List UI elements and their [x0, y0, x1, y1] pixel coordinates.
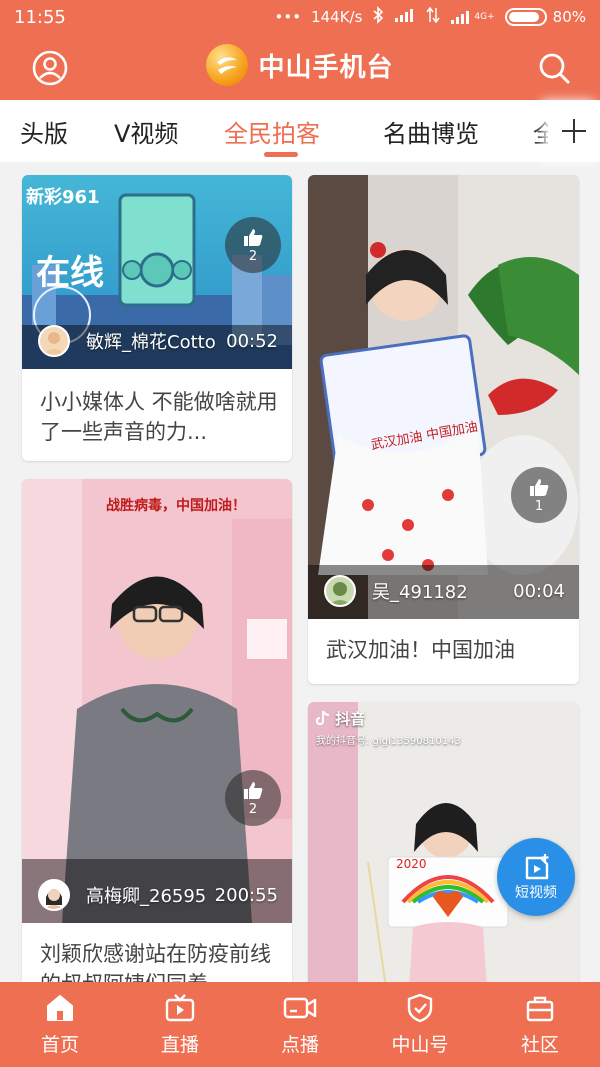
overlay-banner-text: 战胜病毒，中国加油！ — [106, 498, 246, 514]
nav-live[interactable]: 直播 — [120, 982, 240, 1067]
poster-year: 2020 — [396, 857, 427, 871]
like-badge[interactable]: 2 — [225, 217, 281, 273]
nav-label: 首页 — [40, 1034, 79, 1056]
plus-icon — [562, 119, 586, 143]
video-caption: 武汉加油！中国加油 — [326, 638, 515, 662]
video-duration: 00:04 — [513, 580, 565, 602]
signal-4g-icon: 4G+ — [450, 9, 495, 25]
video-card[interactable]: 新彩961 在线 2 敏辉_棉花Cotto 00:52 小小媒体人 不能做啥就用… — [22, 175, 292, 461]
short-video-button[interactable]: 短视频 — [497, 838, 575, 916]
tab-v-video[interactable]: V视频 — [114, 114, 178, 149]
app-title: 中山手机台 — [0, 44, 600, 86]
data-arrows-icon — [426, 6, 441, 28]
nav-label: 直播 — [160, 1034, 199, 1056]
nav-label: 中山号 — [391, 1034, 449, 1056]
tab-toutiao[interactable]: 头版 — [20, 114, 68, 149]
video-card[interactable]: 武汉加油 中国加油 1 吴_491182 00:04 武汉加油！中国加油 — [308, 175, 579, 684]
avatar[interactable] — [38, 325, 70, 357]
like-count: 2 — [248, 248, 258, 264]
video-meta: 吴_491182 00:04 — [324, 575, 565, 607]
video-card[interactable]: 战胜病毒，中国加油！ 2 高梅卿_26595 200:55 刘颖欣感谢站在防疫前… — [22, 479, 292, 982]
avatar[interactable] — [38, 879, 70, 911]
video-thumbnail[interactable]: 战胜病毒，中国加油！ 2 高梅卿_26595 200:55 — [22, 479, 292, 923]
active-tab-indicator — [264, 152, 298, 157]
video-duration: 00:52 — [226, 330, 278, 352]
like-count: 2 — [248, 801, 258, 817]
fab-label: 短视频 — [515, 885, 557, 901]
uploader-name: 吴_491182 — [372, 582, 468, 603]
app-bar: 中山手机台 — [0, 34, 600, 100]
status-dots: ••• — [274, 8, 302, 26]
video-meta: 敏辉_棉花Cotto 00:52 — [38, 325, 278, 357]
video-duration: 200:55 — [214, 884, 278, 906]
status-speed: 144K/s — [311, 8, 363, 26]
signal-icon — [394, 7, 416, 27]
app-logo-icon — [206, 44, 249, 86]
overlay-brand-text: 新彩961 — [26, 187, 100, 208]
video-thumbnail[interactable]: 武汉加油 中国加油 1 吴_491182 00:04 — [308, 175, 579, 619]
nav-label: 点播 — [280, 1034, 319, 1056]
nav-home[interactable]: 首页 — [0, 982, 120, 1067]
thumbs-up-icon — [244, 781, 263, 799]
category-tabs: 头版 V视频 全民拍客 名曲博览 全 — [0, 100, 600, 162]
network-label: 4G+ — [474, 12, 495, 22]
like-badge[interactable]: 2 — [225, 770, 281, 826]
bluetooth-icon — [372, 6, 384, 28]
battery-percent: 80% — [552, 8, 586, 26]
like-count: 1 — [534, 498, 544, 514]
tab-classic-songs[interactable]: 名曲博览 — [383, 114, 479, 149]
thumbs-up-icon — [244, 228, 263, 246]
video-camera-icon — [283, 997, 317, 1019]
thumbs-up-icon — [530, 478, 549, 496]
nav-community[interactable]: 社区 — [480, 982, 600, 1067]
search-icon — [539, 53, 570, 84]
thumbnail-image — [22, 479, 292, 923]
bottom-nav: 首页 直播 点播 中山号 社区 — [0, 982, 600, 1067]
battery-indicator: 80% — [504, 8, 586, 26]
status-right: ••• 144K/s 4G+ 80% — [275, 6, 586, 28]
battery-icon — [504, 8, 547, 26]
like-badge[interactable]: 1 — [511, 467, 567, 523]
status-time: 11:55 — [14, 6, 66, 28]
uploader-name: 高梅卿_26595 — [86, 886, 207, 907]
status-bar: 11:55 ••• 144K/s 4G+ 80% — [0, 0, 600, 34]
tv-icon — [165, 994, 195, 1022]
nav-zhongshan-account[interactable]: 中山号 — [360, 982, 480, 1067]
home-icon — [47, 995, 73, 1021]
video-caption: 小小媒体人 不能做啥就用了一些声音的力... — [40, 390, 278, 444]
nav-label: 社区 — [520, 1034, 559, 1056]
search-button[interactable] — [534, 48, 574, 88]
video-thumbnail[interactable]: 新彩961 在线 2 敏辉_棉花Cotto 00:52 — [22, 175, 292, 369]
shield-check-icon — [407, 993, 433, 1023]
video-caption: 刘颖欣感谢站在防疫前线的叔叔阿姨们同着 — [40, 942, 271, 982]
nav-vod[interactable]: 点播 — [240, 982, 360, 1067]
video-meta: 高梅卿_26595 200:55 — [38, 879, 278, 911]
watermark-id: 我的抖音号: gigi13590810143 — [316, 736, 461, 747]
watermark-app-name: 抖音 — [335, 710, 366, 728]
app-watermark-icon: 抖音 — [315, 708, 366, 729]
app-name: 中山手机台 — [258, 52, 394, 83]
video-add-icon — [525, 854, 549, 880]
tab-citizen-reporter[interactable]: 全民拍客 — [224, 114, 320, 149]
uploader-name: 敏辉_棉花Cotto — [86, 332, 216, 353]
overlay-headline-text: 在线 — [36, 253, 104, 293]
add-channel-button[interactable] — [548, 100, 600, 162]
bag-icon — [526, 996, 554, 1022]
avatar[interactable] — [324, 575, 356, 607]
thumbnail-image — [308, 175, 579, 619]
